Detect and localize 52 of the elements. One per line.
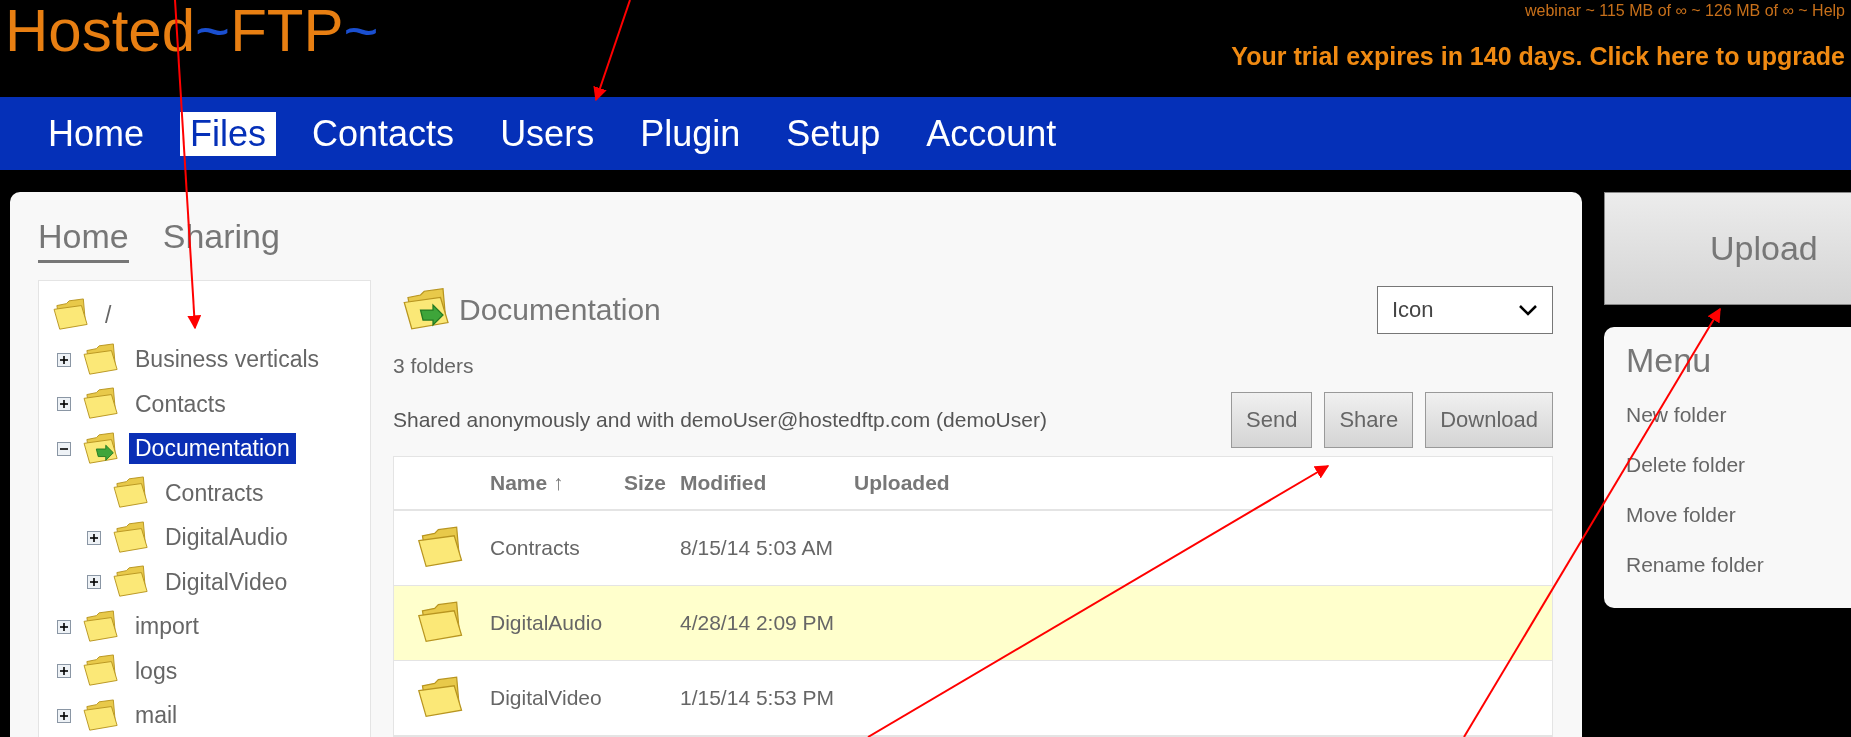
usage-info: webinar ~ 115 MB of ∞ ~ 126 MB of ∞ ~ Help bbox=[1525, 2, 1845, 20]
action-button[interactable]: Send bbox=[1231, 392, 1313, 448]
sharing-note: Shared anonymously and with demoUser@hostedftp.com (demoUser) bbox=[393, 408, 1047, 432]
table-cell-text: 8/15/14 5:03 AM bbox=[680, 536, 834, 560]
nav-tab[interactable]: Files bbox=[180, 111, 277, 156]
upload-button[interactable]: Upload bbox=[1604, 192, 1851, 305]
table-cell-text: 1/15/14 5:53 PM bbox=[680, 686, 836, 710]
menu-item[interactable]: Delete folder bbox=[1626, 440, 1842, 490]
expander-icon[interactable] bbox=[57, 397, 71, 412]
file-row[interactable]: DigitalVideo 1/15/14 5:53 PM bbox=[394, 661, 1552, 736]
tree-item[interactable]: logs bbox=[129, 655, 184, 687]
expander-icon[interactable] bbox=[57, 708, 71, 723]
nav-tab[interactable]: Users bbox=[490, 111, 605, 156]
trial-upgrade-link[interactable]: Your trial expires in 140 days. Click here to upgrade bbox=[1231, 42, 1845, 71]
tree-item[interactable]: Contracts bbox=[159, 477, 270, 509]
action-button[interactable]: Share bbox=[1324, 392, 1414, 448]
tree-item[interactable]: / bbox=[99, 299, 118, 331]
table-cell-text: DigitalVideo bbox=[490, 686, 603, 710]
nav-tab[interactable]: Account bbox=[916, 111, 1067, 156]
tree-item[interactable]: DigitalVideo bbox=[159, 566, 294, 598]
section-tab[interactable]: Home bbox=[38, 214, 129, 263]
expander-icon[interactable] bbox=[57, 441, 71, 456]
column-header[interactable]: Name ↑ bbox=[490, 471, 624, 495]
column-header[interactable]: Modified bbox=[680, 471, 854, 495]
column-header[interactable]: Uploaded bbox=[854, 471, 1004, 495]
tree-item[interactable]: Business verticals bbox=[129, 344, 326, 376]
tree-item[interactable]: DigitalAudio bbox=[159, 522, 294, 554]
table-cell-text: 4/28/14 2:09 PM bbox=[680, 611, 836, 635]
menu-item[interactable]: Move folder bbox=[1626, 490, 1842, 540]
menu-item[interactable]: Rename folder bbox=[1626, 540, 1842, 590]
tree-item[interactable]: mail bbox=[129, 700, 184, 732]
view-select[interactable]: Icon bbox=[1377, 286, 1553, 334]
expander-icon[interactable] bbox=[57, 664, 71, 679]
expander-icon[interactable] bbox=[57, 619, 71, 634]
table-cell-text: Contracts bbox=[490, 536, 581, 560]
column-header[interactable]: Size bbox=[624, 471, 680, 495]
nav-tab[interactable]: Setup bbox=[776, 111, 891, 156]
expander-icon[interactable] bbox=[87, 530, 101, 545]
chevron-down-icon bbox=[1518, 304, 1538, 316]
action-button[interactable]: Download bbox=[1425, 392, 1553, 448]
tree-item[interactable]: Contacts bbox=[129, 388, 232, 420]
tree-item[interactable]: import bbox=[129, 611, 205, 643]
tree-item[interactable]: Documentation bbox=[129, 433, 296, 465]
folder-title: Documentation bbox=[459, 293, 661, 327]
expander-icon[interactable] bbox=[87, 575, 101, 590]
nav-tab[interactable]: Contacts bbox=[302, 111, 465, 156]
file-row[interactable]: DigitalAudio 4/28/14 2:09 PM bbox=[394, 586, 1552, 661]
nav-tab[interactable]: Home bbox=[38, 111, 155, 156]
nav-tab[interactable]: Plugin bbox=[630, 111, 751, 156]
table-cell-text: DigitalAudio bbox=[490, 611, 604, 635]
expander-icon[interactable] bbox=[57, 352, 71, 367]
folder-count: 3 folders bbox=[393, 354, 475, 378]
